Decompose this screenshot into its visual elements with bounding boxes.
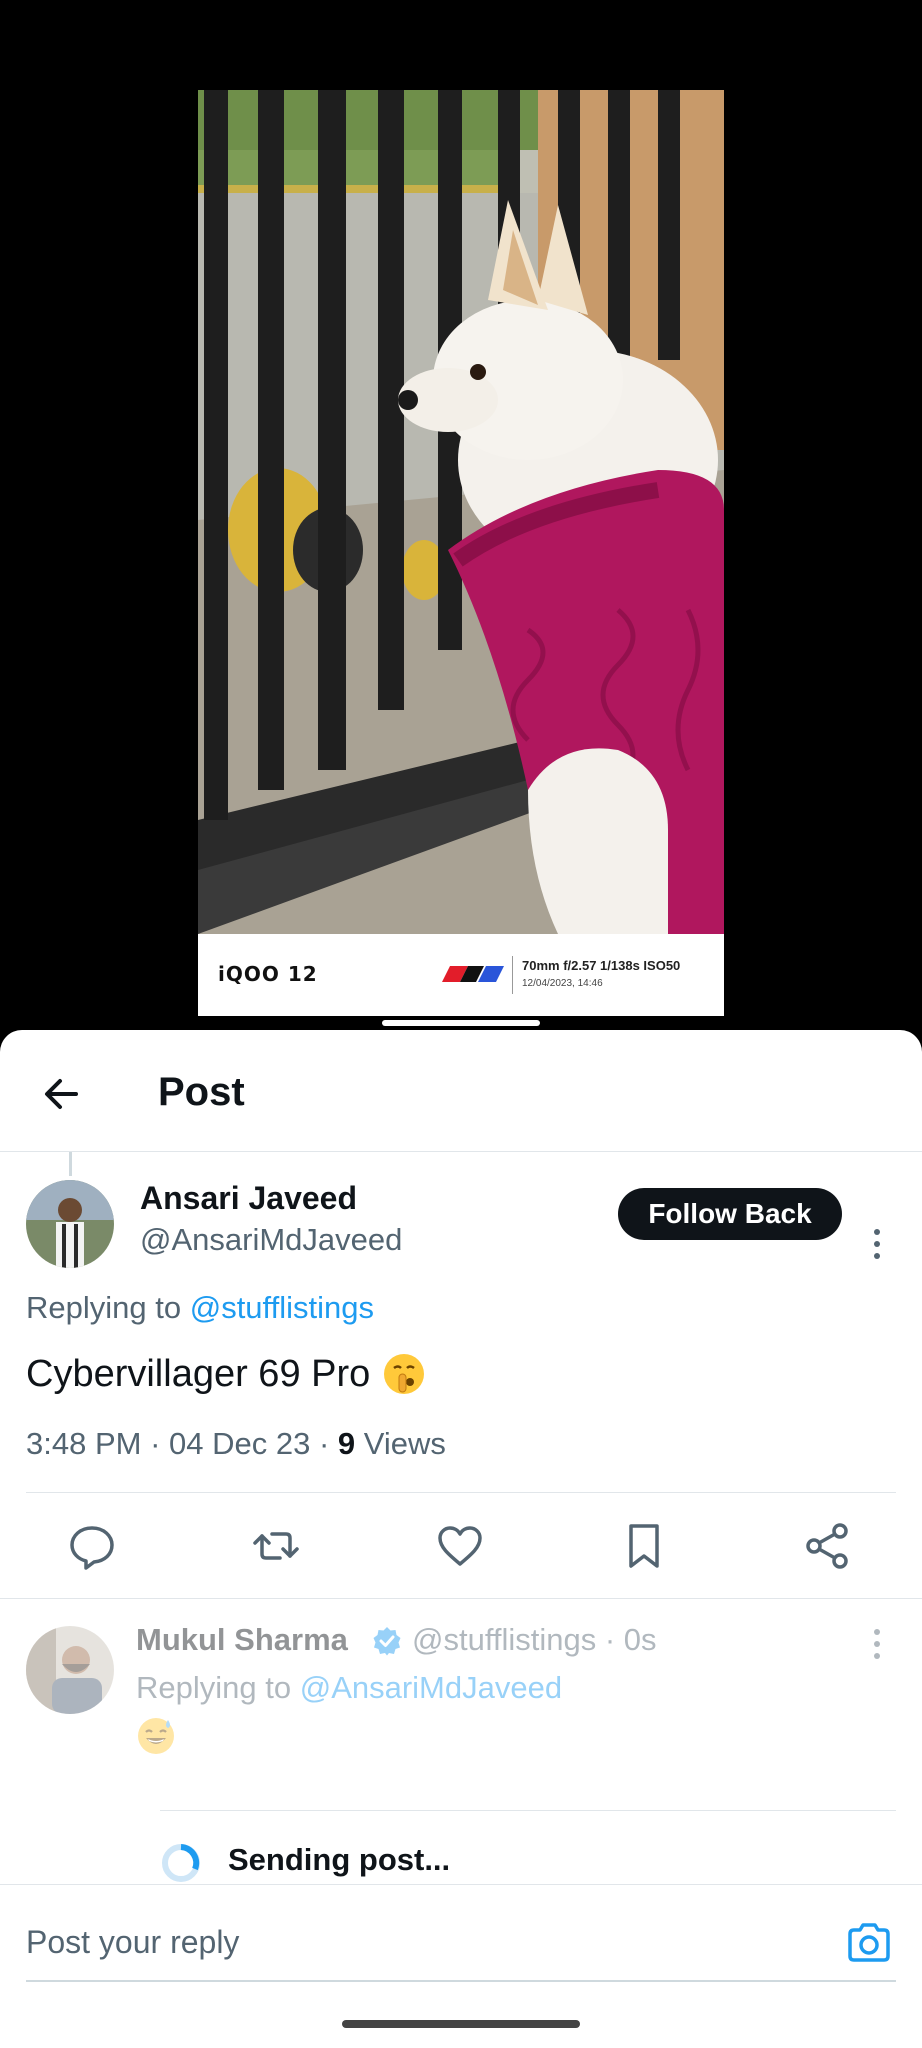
divider	[160, 1810, 896, 1811]
shushing-face-emoji	[384, 1354, 425, 1394]
watermark-divider	[512, 956, 513, 994]
post-text: Cybervillager 69 Pro	[26, 1352, 371, 1395]
media-viewer: iQOO 12 70mm f/2.57 1/138s ISO50 12/04/2…	[0, 0, 922, 1030]
replying-to-link[interactable]: @AnsariMdJaveed	[300, 1670, 562, 1705]
share-icon[interactable]	[800, 1518, 856, 1574]
verified-badge-icon	[373, 1627, 401, 1656]
input-underline	[26, 1980, 896, 1982]
post-body: Cybervillager 69 Pro	[26, 1352, 426, 1396]
watermark-date: 12/04/2023, 14:46	[522, 978, 603, 989]
avatar-mukul-image	[26, 1626, 114, 1714]
brand-stripes-logo	[442, 966, 504, 982]
home-indicator[interactable]	[342, 2020, 580, 2028]
heart-icon[interactable]	[432, 1518, 488, 1574]
avatar[interactable]	[26, 1180, 114, 1268]
grinning-sweat-emoji	[138, 1718, 174, 1754]
post-header: Post	[0, 1030, 922, 1152]
reply-author-name[interactable]: Mukul Sharma	[136, 1622, 348, 1658]
sheet-drag-handle[interactable]	[382, 1020, 540, 1026]
sending-status: Sending post...	[228, 1842, 451, 1877]
reply-input[interactable]: Post your reply	[26, 1924, 239, 1961]
views-label[interactable]: Views	[364, 1426, 446, 1461]
more-options-icon[interactable]	[872, 1628, 882, 1660]
camera-icon[interactable]	[844, 1918, 894, 1968]
avatar-ansari-image	[26, 1180, 114, 1268]
divider	[26, 1492, 896, 1493]
meta-separator: ·	[141, 1426, 170, 1461]
post-photo[interactable]: iQOO 12 70mm f/2.57 1/138s ISO50 12/04/2…	[198, 90, 724, 1016]
author-name[interactable]: Ansari Javeed	[140, 1180, 357, 1217]
comment-icon[interactable]	[64, 1518, 120, 1574]
replying-prefix: Replying to	[26, 1290, 190, 1325]
dog-photo-illustration	[198, 90, 724, 934]
reply-author-handle[interactable]: @stufflistings · 0s	[412, 1622, 657, 1658]
divider	[0, 1598, 922, 1599]
author-handle[interactable]: @AnsariMdJaveed	[140, 1222, 402, 1258]
avatar[interactable]	[26, 1626, 114, 1714]
views-count[interactable]: 9	[338, 1426, 355, 1461]
reply-replying-to: Replying to @AnsariMdJaveed	[136, 1670, 562, 1706]
bookmark-icon[interactable]	[616, 1518, 672, 1574]
follow-back-button[interactable]: Follow Back	[618, 1188, 842, 1240]
post-date: 04 Dec 23	[169, 1426, 311, 1461]
post-meta: 3:48 PM · 04 Dec 23 · 9 Views	[26, 1426, 446, 1462]
replying-to-link[interactable]: @stufflistings	[190, 1290, 374, 1325]
photo-watermark: iQOO 12 70mm f/2.57 1/138s ISO50 12/04/2…	[198, 934, 724, 1016]
replying-to: Replying to @stufflistings	[26, 1290, 374, 1326]
post-sheet: Post Ansari Javeed @AnsariMdJaveed Follo…	[0, 1030, 922, 2048]
watermark-specs: 70mm f/2.57 1/138s ISO50	[522, 958, 681, 973]
watermark-brand: iQOO 12	[218, 962, 318, 986]
more-options-icon[interactable]	[872, 1228, 882, 1260]
page-title: Post	[158, 1070, 245, 1114]
thread-line	[69, 1152, 72, 1176]
divider	[0, 1884, 922, 1885]
replying-prefix: Replying to	[136, 1670, 300, 1705]
loading-spinner-icon	[162, 1844, 200, 1882]
repost-icon[interactable]	[248, 1518, 304, 1574]
post-time: 3:48 PM	[26, 1426, 142, 1461]
meta-separator: ·	[310, 1426, 338, 1461]
arrow-left-icon[interactable]	[36, 1068, 88, 1120]
